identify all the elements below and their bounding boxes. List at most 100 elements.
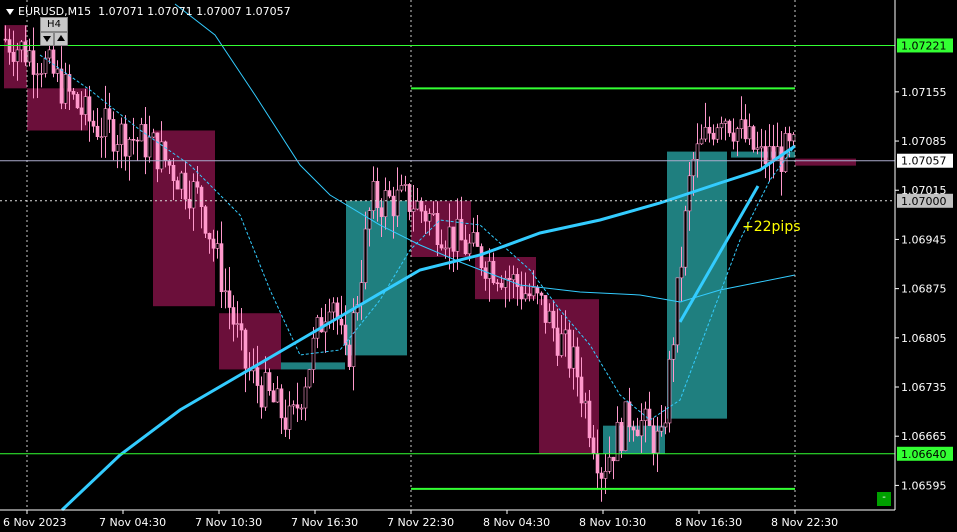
candle-body-126	[507, 277, 512, 281]
candle-body-159	[639, 420, 644, 437]
candle-body-113	[455, 218, 460, 252]
candle-body-25	[103, 108, 108, 137]
timeframe-down-button[interactable]	[40, 32, 54, 46]
candle-body-165	[663, 422, 668, 428]
candle-body-138	[555, 327, 560, 356]
candle-body-132	[531, 287, 536, 297]
candle-body-194	[779, 146, 784, 172]
candle-body-104	[419, 200, 424, 212]
candle-body-29	[119, 123, 124, 145]
candle-body-190	[763, 146, 768, 165]
price-tag-crosshair-price: 1.07000	[901, 195, 947, 208]
candle-body-164	[659, 426, 664, 432]
candle-body-7	[31, 50, 36, 75]
candle-body-173	[695, 143, 700, 160]
candle-body-109	[439, 244, 444, 249]
time-label-2: 7 Nov 10:30	[195, 516, 262, 529]
candle-body-161	[647, 408, 652, 427]
candle-body-150	[603, 470, 608, 479]
candle-body-74	[299, 407, 304, 410]
h4-box-12	[795, 158, 856, 166]
candle-body-50	[203, 206, 208, 234]
candle-body-63	[255, 367, 260, 386]
candle-body-183	[735, 128, 740, 142]
minimize-button[interactable]: -	[877, 492, 891, 506]
candle-body-141	[567, 329, 572, 369]
candle-body-76	[307, 369, 312, 388]
candle-body-43	[175, 180, 180, 190]
candle-body-14	[59, 68, 64, 104]
candle-body-94	[379, 207, 384, 217]
candle-body-81	[327, 311, 332, 323]
candle-body-180	[723, 120, 728, 124]
candle-body-145	[583, 400, 588, 404]
candle-body-152	[611, 456, 616, 462]
ohlc-values: 1.07071 1.07071 1.07007 1.07057	[98, 5, 291, 18]
price-label-0: 1.07155	[901, 86, 947, 99]
candle-body-186	[747, 126, 752, 140]
candle-body-84	[339, 318, 344, 326]
candle-body-48	[195, 181, 200, 188]
candle-body-10	[43, 57, 48, 74]
candle-body-34	[139, 124, 144, 142]
candle-body-89	[359, 282, 364, 305]
candle-body-158	[635, 429, 640, 437]
candle-body-168	[675, 277, 680, 346]
candle-body-13	[55, 68, 60, 74]
candle-body-71	[287, 405, 292, 430]
candle-body-163	[655, 430, 660, 454]
candle-body-24	[99, 136, 104, 138]
candle-body-40	[163, 141, 168, 161]
candle-body-82	[331, 302, 336, 313]
candle-body-66	[267, 372, 272, 392]
candle-body-21	[87, 96, 92, 122]
candle-body-47	[191, 181, 196, 209]
candle-body-28	[115, 144, 120, 152]
timeframe-up-button[interactable]	[54, 32, 68, 46]
candle-body-3	[15, 49, 20, 62]
candle-body-33	[135, 139, 140, 142]
price-chart[interactable]: 1.071551.070851.070151.069451.068751.068…	[0, 0, 957, 532]
candle-body-20	[83, 96, 88, 115]
candle-body-124	[499, 282, 504, 288]
candle-body-75	[303, 386, 308, 409]
candle-body-112	[451, 226, 456, 252]
time-label-0: 6 Nov 2023	[3, 516, 66, 529]
price-tag-current-price: 1.07057	[901, 155, 947, 168]
candle-body-17	[71, 91, 76, 95]
candle-body-148	[595, 453, 600, 474]
candle-body-184	[739, 119, 744, 129]
candle-body-56	[227, 290, 232, 308]
candle-body-122	[491, 260, 496, 284]
candle-body-12	[51, 49, 56, 74]
candle-body-121	[487, 260, 492, 279]
candle-body-32	[131, 139, 136, 141]
candle-body-107	[431, 213, 436, 215]
candle-body-18	[75, 93, 80, 109]
timeframe-switcher[interactable]: H4	[40, 17, 70, 47]
candle-body-127	[511, 274, 516, 281]
candle-body-131	[527, 293, 532, 297]
candle-body-36	[147, 136, 152, 158]
candle-body-58	[235, 323, 240, 325]
candle-body-175	[703, 126, 708, 140]
candle-body-101	[407, 184, 412, 212]
candle-body-26	[107, 108, 112, 120]
candle-body-44	[179, 172, 184, 190]
candle-body-52	[211, 238, 216, 249]
time-label-7: 8 Nov 16:30	[675, 516, 742, 529]
candle-body-103	[415, 200, 420, 210]
candle-body-117	[471, 232, 476, 244]
dropdown-triangle-icon[interactable]	[6, 9, 14, 15]
candle-body-142	[571, 346, 576, 369]
candle-body-133	[535, 287, 540, 294]
candle-body-187	[751, 126, 756, 150]
price-tag-upper-level: 1.07221	[901, 39, 947, 52]
price-label-8: 1.06595	[901, 479, 947, 492]
candle-body-15	[63, 74, 68, 104]
price-label-1: 1.07085	[901, 135, 947, 148]
candle-body-73	[295, 404, 300, 409]
candle-body-130	[523, 293, 528, 300]
candle-body-155	[623, 401, 628, 451]
candle-body-106	[427, 213, 432, 222]
